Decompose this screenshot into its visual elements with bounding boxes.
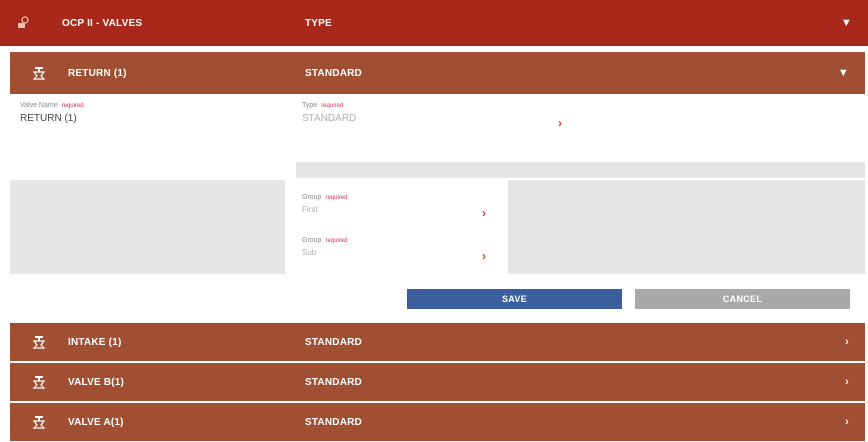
group2-label: Group	[302, 237, 322, 244]
valve-icon	[32, 375, 46, 389]
header-title: OCP II - VALVES	[62, 17, 143, 29]
chevron-down-icon[interactable]: ▼	[838, 67, 849, 79]
chevron-right-icon[interactable]: ›	[845, 416, 849, 428]
header-type-column: TYPE	[305, 17, 332, 29]
valve-name: VALVE A(1)	[68, 416, 124, 428]
save-button[interactable]: SAVE	[407, 289, 622, 309]
chevron-right-icon[interactable]: ›	[845, 336, 849, 348]
valve-row-intake[interactable]: INTAKE (1) STANDARD ›	[10, 323, 865, 361]
valve-name-label: Valve Name	[20, 102, 58, 109]
required-marker: required	[325, 238, 348, 244]
required-marker: required	[321, 103, 344, 109]
valve-type: STANDARD	[305, 336, 362, 348]
right-grey-area	[508, 180, 865, 274]
type-field[interactable]: Type required STANDARD ›	[302, 102, 562, 142]
group1-label-row: Group required	[302, 194, 502, 201]
chevron-right-icon[interactable]: ›	[482, 206, 486, 220]
chevron-right-icon[interactable]: ›	[482, 249, 486, 263]
valve-type: STANDARD	[305, 67, 362, 79]
group1-label: Group	[302, 194, 322, 201]
required-marker: required	[325, 195, 348, 201]
valve-row-valve-b[interactable]: VALVE B(1) STANDARD ›	[10, 363, 865, 401]
valve-row-return[interactable]: RETURN (1) STANDARD ▼	[10, 52, 865, 94]
valve-icon	[32, 415, 46, 429]
valve-icon	[16, 16, 30, 30]
chevron-right-icon[interactable]: ›	[845, 376, 849, 388]
group2-label-row: Group required	[302, 237, 502, 244]
valve-name: INTAKE (1)	[68, 336, 122, 348]
section-bar-text	[296, 170, 306, 177]
valve-row-valve-a[interactable]: VALVE A(1) STANDARD ›	[10, 403, 865, 441]
valve-name: RETURN (1)	[68, 67, 127, 79]
type-value: STANDARD	[302, 113, 357, 124]
group-field-2[interactable]: Group required Sub ›	[302, 237, 502, 275]
chevron-right-icon[interactable]: ›	[558, 116, 562, 130]
type-label: Type	[302, 102, 318, 109]
valve-type: STANDARD	[305, 416, 362, 428]
cancel-button[interactable]: CANCEL	[635, 289, 850, 309]
group-field-1[interactable]: Group required First ›	[302, 194, 502, 232]
valve-type: STANDARD	[305, 376, 362, 388]
group1-value: First	[302, 205, 318, 214]
group2-value: Sub	[302, 248, 317, 257]
valve-name-value: RETURN (1)	[20, 113, 77, 124]
valve-name: VALVE B(1)	[68, 376, 125, 388]
valve-icon	[32, 335, 46, 349]
valves-header[interactable]: OCP II - VALVES TYPE ▼	[0, 0, 868, 46]
left-grey-area	[10, 180, 285, 274]
valve-edit-panel: Valve Name required RETURN (1) Type requir…	[10, 94, 865, 322]
section-bar	[296, 162, 865, 178]
valve-icon	[32, 66, 46, 80]
type-label-row: Type required	[302, 102, 562, 109]
required-marker: required	[61, 103, 84, 109]
valve-name-field[interactable]: Valve Name required RETURN (1)	[20, 102, 280, 142]
valve-name-label-row: Valve Name required	[20, 102, 280, 109]
chevron-down-icon[interactable]: ▼	[841, 17, 852, 29]
